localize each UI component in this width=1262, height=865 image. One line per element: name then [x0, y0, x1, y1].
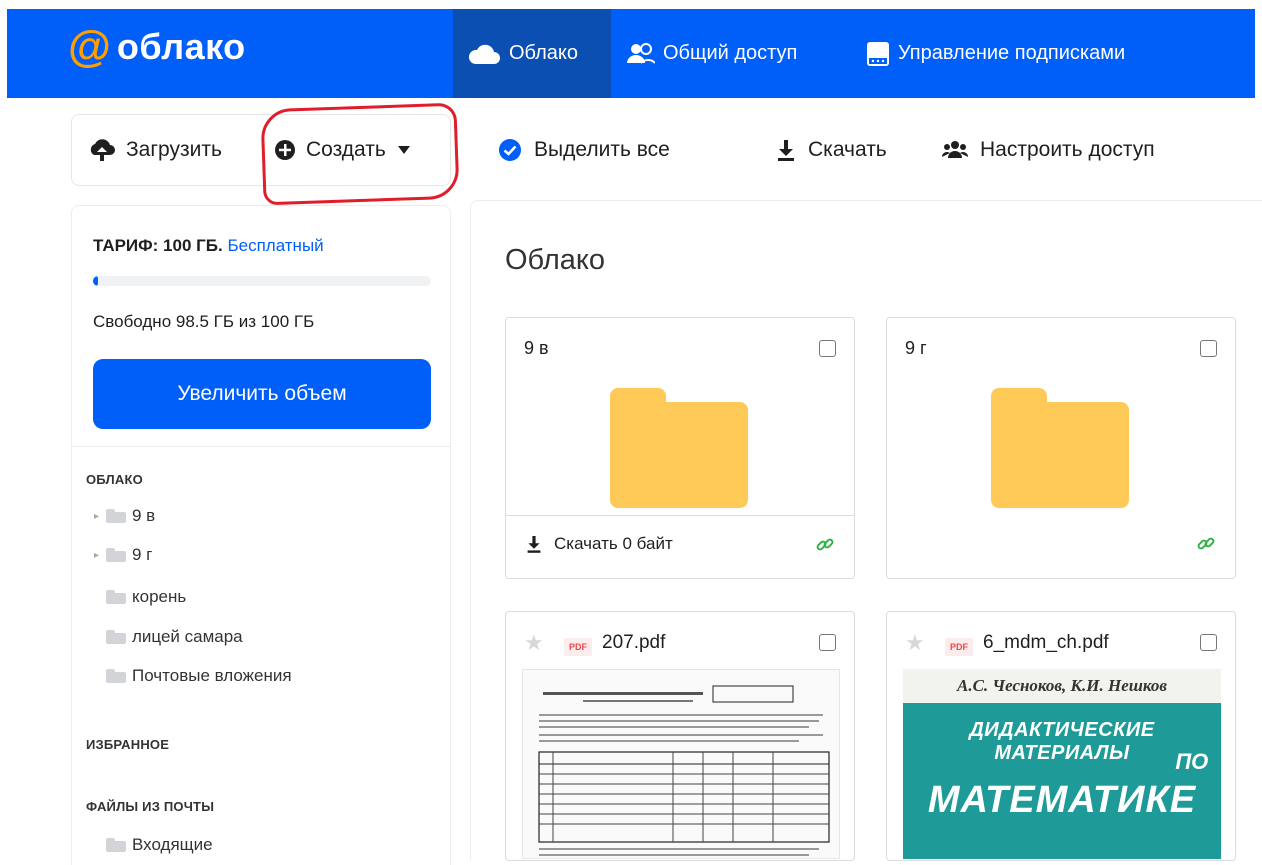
- tree-item-label: корень: [132, 587, 187, 606]
- logo-at-icon: @: [68, 22, 111, 71]
- star-icon[interactable]: ★: [905, 630, 925, 656]
- tariff-plan-link[interactable]: Бесплатный: [227, 236, 323, 255]
- expand-arrow-icon[interactable]: ▸: [94, 511, 106, 522]
- download-icon: [526, 535, 542, 553]
- folder-icon: [991, 388, 1131, 508]
- folder-name: 9 в: [524, 338, 549, 358]
- folder-card-9g[interactable]: 9 г: [886, 317, 1236, 579]
- tree-item-label: Входящие: [132, 835, 213, 854]
- tree-item-9v[interactable]: ▸ 9 в: [94, 506, 155, 526]
- card-footer: Скачать 0 байт: [506, 515, 854, 580]
- folder-icon: [106, 509, 126, 523]
- tree-item-koren[interactable]: корень: [106, 587, 186, 607]
- tree-item-licey[interactable]: лицей самара: [106, 627, 243, 647]
- section-title-cloud: ОБЛАКО: [86, 472, 143, 487]
- tree-item-mail-attachments[interactable]: Почтовые вложения: [106, 666, 292, 686]
- nav-tab-label: Облако: [509, 42, 579, 64]
- folder-icon: [106, 548, 126, 562]
- top-bar: @ облако Облако Общий доступ Управление …: [0, 0, 1262, 98]
- select-checkbox[interactable]: [819, 340, 836, 357]
- tree-item-label: 9 г: [132, 545, 153, 564]
- upload-label: Загрузить: [126, 138, 222, 161]
- page-title: Облако: [505, 244, 606, 276]
- cloud-icon: [467, 43, 501, 65]
- people-icon: [942, 140, 968, 160]
- tree-item-9g[interactable]: ▸ 9 г: [94, 545, 152, 565]
- nav-tab-shared[interactable]: Общий доступ: [627, 9, 797, 98]
- download-size-label: Скачать 0 байт: [554, 534, 673, 553]
- download-icon: [776, 139, 796, 161]
- tree-item-label: Почтовые вложения: [132, 666, 292, 685]
- logo[interactable]: @ облако: [68, 22, 246, 72]
- storage-progress-fill: [93, 276, 99, 286]
- select-checkbox[interactable]: [819, 634, 836, 651]
- folder-icon: [106, 838, 126, 852]
- tariff-info: ТАРИФ: 100 ГБ. Бесплатный: [93, 236, 324, 256]
- section-title-favorites[interactable]: ИЗБРАННОЕ: [86, 737, 169, 752]
- nav-tab-subscriptions[interactable]: Управление подписками: [866, 9, 1125, 98]
- tree-item-label: лицей самара: [132, 627, 243, 646]
- book-authors: А.С. Чесноков, К.И. Нешков: [903, 669, 1221, 703]
- people-icon: [627, 42, 655, 65]
- file-name: 207.pdf: [602, 632, 666, 653]
- nav-tab-label: Управление подписками: [898, 42, 1126, 64]
- tree-item-label: 9 в: [132, 506, 156, 525]
- select-checkbox[interactable]: [1200, 634, 1217, 651]
- folder-card-9v[interactable]: 9 в Скачать 0 байт: [505, 317, 855, 579]
- file-card-6-mdm-ch-pdf[interactable]: ★ PDF 6_mdm_ch.pdf А.С. Чесноков, К.И. Н…: [886, 611, 1236, 861]
- folder-icon: [106, 590, 126, 604]
- tree-item-inbox[interactable]: Входящие: [106, 835, 213, 855]
- folder-icon: [106, 630, 126, 644]
- folder-name: 9 г: [905, 338, 927, 358]
- pdf-icon: PDF: [945, 638, 973, 656]
- folder-icon: [106, 669, 126, 683]
- divider: [72, 446, 450, 447]
- link-icon[interactable]: [816, 536, 834, 554]
- pdf-icon: PDF: [564, 638, 592, 656]
- book-cover-preview: А.С. Чесноков, К.И. Нешков ДИДАКТИЧЕСКИЕ…: [903, 669, 1221, 859]
- download-button[interactable]: Скачать: [776, 114, 887, 186]
- storage-free-text: Свободно 98.5 ГБ из 100 ГБ: [93, 312, 315, 331]
- link-icon[interactable]: [1197, 535, 1215, 553]
- download-label: Скачать: [808, 138, 887, 161]
- download-folder-button[interactable]: Скачать 0 байт: [526, 534, 673, 554]
- share-settings-button[interactable]: Настроить доступ: [942, 114, 1155, 186]
- select-checkbox[interactable]: [1200, 340, 1217, 357]
- nav-tab-label: Общий доступ: [663, 42, 798, 64]
- share-settings-label: Настроить доступ: [980, 138, 1155, 161]
- file-name: 6_mdm_ch.pdf: [983, 632, 1109, 653]
- storage-progress-bar: [93, 276, 431, 286]
- increase-storage-button[interactable]: Увеличить объем: [93, 359, 431, 429]
- sidebar: [71, 205, 451, 865]
- select-all-label: Выделить все: [534, 138, 670, 161]
- expand-arrow-icon[interactable]: ▸: [94, 550, 106, 561]
- folder-icon: [610, 388, 750, 508]
- upload-button[interactable]: Загрузить: [88, 114, 222, 186]
- select-all-button[interactable]: Выделить все: [498, 114, 670, 186]
- upload-cloud-icon: [88, 138, 116, 162]
- document-preview-image: [538, 685, 830, 856]
- check-circle-icon: [498, 138, 522, 162]
- book-title-line2: ПО: [1175, 749, 1209, 774]
- nav-tab-cloud[interactable]: Облако: [453, 9, 611, 98]
- book-title-line3: МАТЕМАТИКЕ: [927, 779, 1197, 821]
- document-preview: [522, 669, 840, 859]
- logo-text: облако: [116, 26, 246, 67]
- subscription-icon: [866, 41, 890, 67]
- star-icon[interactable]: ★: [524, 630, 544, 656]
- tariff-size: ТАРИФ: 100 ГБ.: [93, 236, 223, 255]
- section-title-mail-files: ФАЙЛЫ ИЗ ПОЧТЫ: [86, 799, 215, 814]
- red-annotation-circle: [260, 102, 460, 206]
- file-card-207-pdf[interactable]: ★ PDF 207.pdf: [505, 611, 855, 861]
